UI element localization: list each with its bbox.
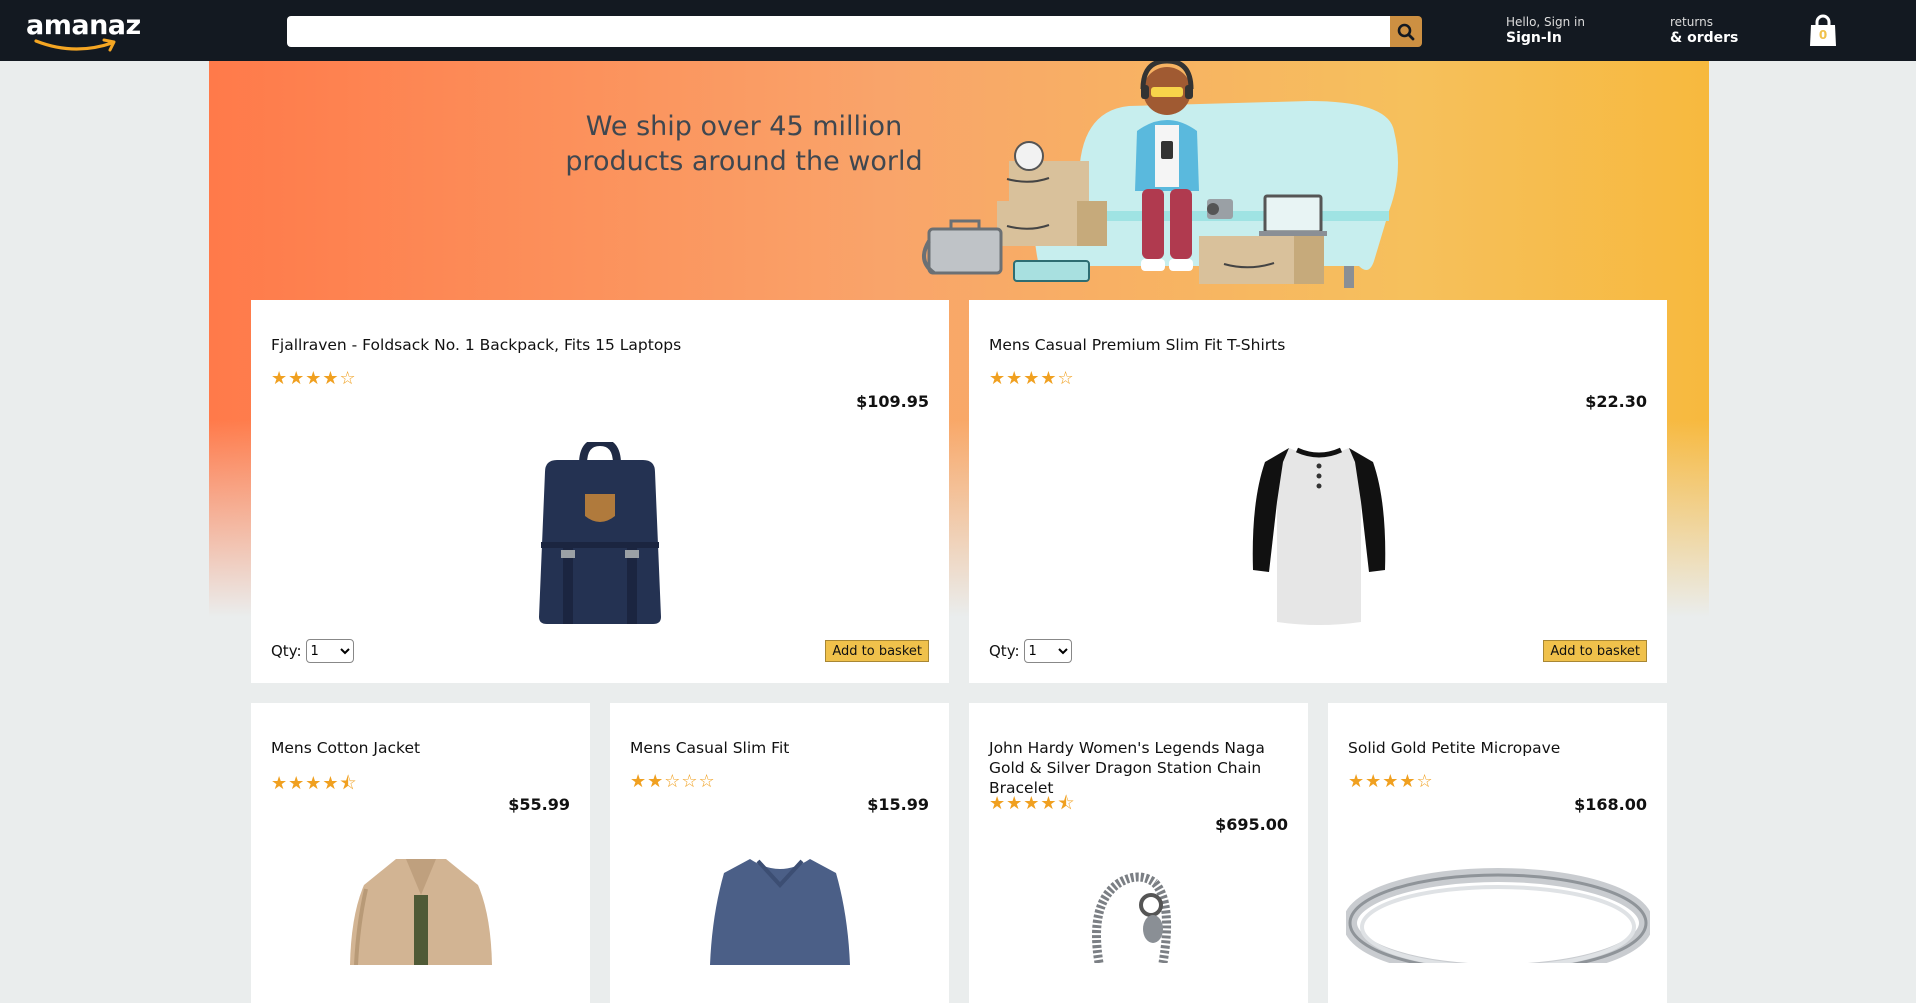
- basket-count: 0: [1818, 28, 1828, 42]
- product-card: John Hardy Women's Legends Naga Gold & S…: [969, 703, 1308, 1003]
- hero-line-1: We ship over 45 million: [585, 111, 903, 142]
- product-price: $109.95: [856, 392, 929, 411]
- product-price: $22.30: [1585, 392, 1647, 411]
- qty-label: Qty:: [989, 642, 1020, 660]
- returns-orders-link[interactable]: returns & orders: [1670, 15, 1738, 47]
- qty-label: Qty:: [271, 642, 302, 660]
- product-title[interactable]: Fjallraven - Foldsack No. 1 Backpack, Fi…: [271, 335, 681, 355]
- basket-button[interactable]: 0: [1808, 14, 1838, 48]
- smile-arrow-icon: [34, 38, 116, 52]
- hero-line-2: products around the world: [565, 146, 923, 177]
- star-rating: ★★☆☆☆: [630, 771, 716, 792]
- sign-in-link[interactable]: Hello, Sign in Sign-In: [1506, 15, 1585, 47]
- product-price: $168.00: [1574, 795, 1647, 814]
- quantity-control: Qty: 1: [989, 639, 1072, 663]
- backpack-image: [539, 442, 661, 624]
- add-to-basket-button[interactable]: Add to basket: [1543, 640, 1647, 662]
- top-nav-bar: amanaz Hello, Sign in Sign-In returns & …: [0, 0, 1916, 61]
- sign-in-greeting: Hello, Sign in: [1506, 15, 1585, 29]
- star-rating: ★★★★☆: [989, 368, 1075, 389]
- hero-illustration: [922, 61, 1398, 288]
- product-title[interactable]: John Hardy Women's Legends Naga Gold & S…: [989, 738, 1299, 798]
- star-rating: ★★★★☆: [271, 368, 357, 389]
- product-card: Mens Cotton Jacket ★★★★⯪ $55.99: [251, 703, 590, 1003]
- orders-label: & orders: [1670, 30, 1739, 46]
- quantity-select[interactable]: 1: [1023, 639, 1072, 663]
- bracelet-image: [1092, 872, 1172, 963]
- quantity-select[interactable]: 1: [305, 639, 354, 663]
- product-title[interactable]: Mens Casual Slim Fit: [630, 738, 789, 758]
- search-input[interactable]: [287, 16, 1390, 47]
- product-price: $55.99: [508, 795, 570, 814]
- sign-in-label: Sign-In: [1506, 30, 1562, 46]
- tshirt-image: [1252, 447, 1386, 625]
- product-price: $15.99: [867, 795, 929, 814]
- quantity-control: Qty: 1: [271, 639, 354, 663]
- search-icon: [1397, 23, 1415, 40]
- ring-image: [1346, 868, 1650, 963]
- returns-label: returns: [1670, 15, 1713, 29]
- product-price: $695.00: [1215, 815, 1288, 834]
- product-card: Fjallraven - Foldsack No. 1 Backpack, Fi…: [251, 300, 949, 683]
- product-card: Mens Casual Premium Slim Fit T-Shirts ★★…: [969, 300, 1667, 683]
- star-rating: ★★★★⯪: [271, 773, 358, 794]
- product-title[interactable]: Mens Casual Premium Slim Fit T-Shirts: [989, 335, 1285, 355]
- product-title[interactable]: Mens Cotton Jacket: [271, 738, 420, 758]
- shirt-image: [710, 859, 850, 965]
- jacket-image: [350, 859, 492, 965]
- amanaz-logo[interactable]: amanaz: [26, 10, 141, 54]
- product-title[interactable]: Solid Gold Petite Micropave: [1348, 738, 1560, 758]
- product-card: Mens Casual Slim Fit ★★☆☆☆ $15.99: [610, 703, 949, 1003]
- search-button[interactable]: [1390, 16, 1422, 47]
- star-rating: ★★★★⯪: [989, 793, 1076, 814]
- product-card: Solid Gold Petite Micropave ★★★★☆ $168.0…: [1328, 703, 1667, 1003]
- logo-text: amanaz: [26, 10, 141, 41]
- search-bar: [287, 16, 1422, 47]
- star-rating: ★★★★☆: [1348, 771, 1434, 792]
- hero-headline: We ship over 45 million products around …: [549, 109, 939, 179]
- add-to-basket-button[interactable]: Add to basket: [825, 640, 929, 662]
